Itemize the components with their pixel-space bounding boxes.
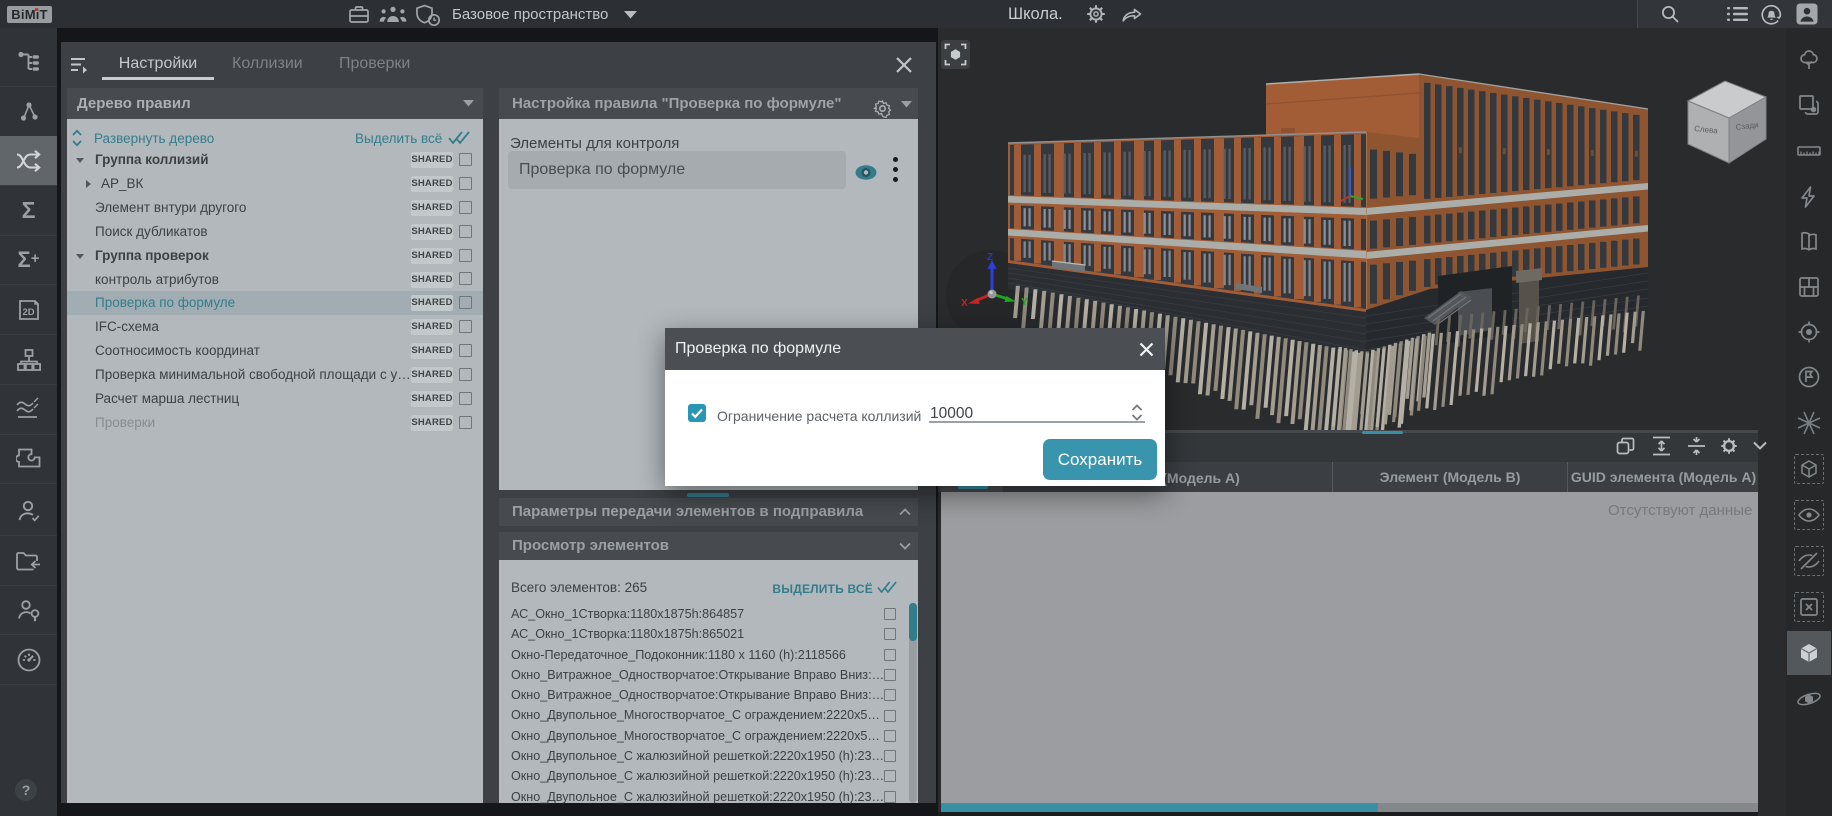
svg-text:Y: Y <box>1021 297 1028 308</box>
svg-text:2D: 2D <box>22 307 34 318</box>
svg-text:Z: Z <box>987 252 993 263</box>
svg-text:X: X <box>961 298 968 309</box>
